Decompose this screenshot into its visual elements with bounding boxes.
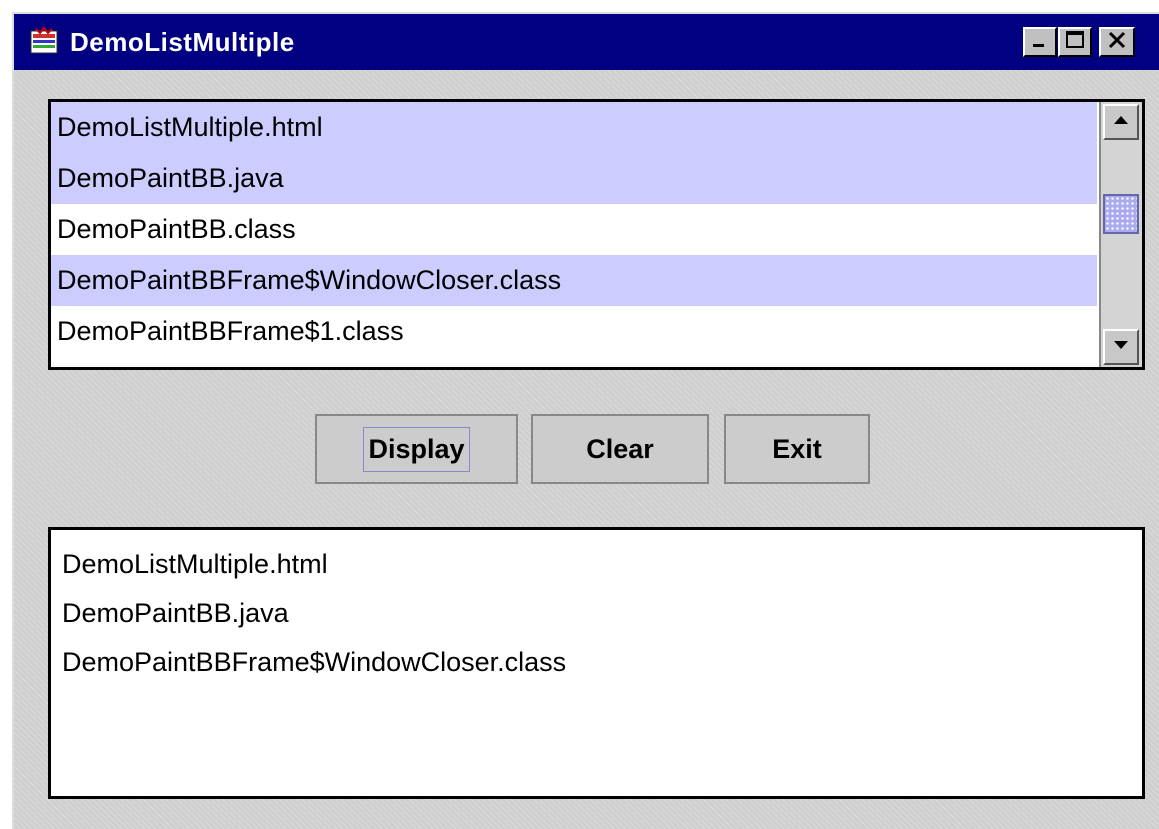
file-list-items: DemoListMultiple.html DemoPaintBB.java Dem… <box>51 102 1097 357</box>
close-icon <box>1106 29 1128 56</box>
app-window: DemoListMultiple DemoListMultiple.html De… <box>12 12 1159 829</box>
scroll-up-button[interactable] <box>1103 104 1139 140</box>
clear-button[interactable]: Clear <box>531 414 709 484</box>
clear-button-label: Clear <box>586 433 654 464</box>
list-item[interactable]: DemoPaintBB.class <box>51 204 1097 255</box>
file-list[interactable]: DemoListMultiple.html DemoPaintBB.java Dem… <box>48 99 1145 370</box>
arrow-down-icon <box>1112 338 1130 356</box>
output-text-area[interactable]: DemoListMultiple.html DemoPaintBB.java Dem… <box>48 527 1145 799</box>
output-line: DemoPaintBB.java <box>62 598 289 628</box>
window-title: DemoListMultiple <box>70 27 295 57</box>
list-scrollbar[interactable] <box>1099 102 1142 367</box>
close-button[interactable] <box>1099 27 1135 57</box>
scroll-down-button[interactable] <box>1103 329 1139 365</box>
list-item[interactable]: DemoPaintBBFrame$1.class <box>51 306 1097 357</box>
minimize-icon <box>1030 30 1050 55</box>
maximize-button[interactable] <box>1058 27 1092 57</box>
exit-button-label: Exit <box>772 433 822 464</box>
output-lines: DemoListMultiple.html DemoPaintBB.java Dem… <box>51 540 1142 687</box>
maximize-icon <box>1065 30 1085 55</box>
exit-button[interactable]: Exit <box>724 414 870 484</box>
java-app-icon <box>28 25 60 57</box>
output-line: DemoListMultiple.html <box>62 549 328 579</box>
list-item[interactable]: DemoListMultiple.html <box>51 102 1097 153</box>
display-button-label: Display <box>363 426 470 472</box>
list-item[interactable]: DemoPaintBB.java <box>51 153 1097 204</box>
arrow-up-icon <box>1112 113 1130 131</box>
title-bar[interactable]: DemoListMultiple <box>14 14 1159 70</box>
scroll-thumb[interactable] <box>1103 194 1139 234</box>
output-line: DemoPaintBBFrame$WindowCloser.class <box>62 647 567 677</box>
display-button[interactable]: Display <box>315 414 518 484</box>
list-item[interactable]: DemoPaintBBFrame$WindowCloser.class <box>51 255 1097 306</box>
minimize-button[interactable] <box>1023 27 1057 57</box>
